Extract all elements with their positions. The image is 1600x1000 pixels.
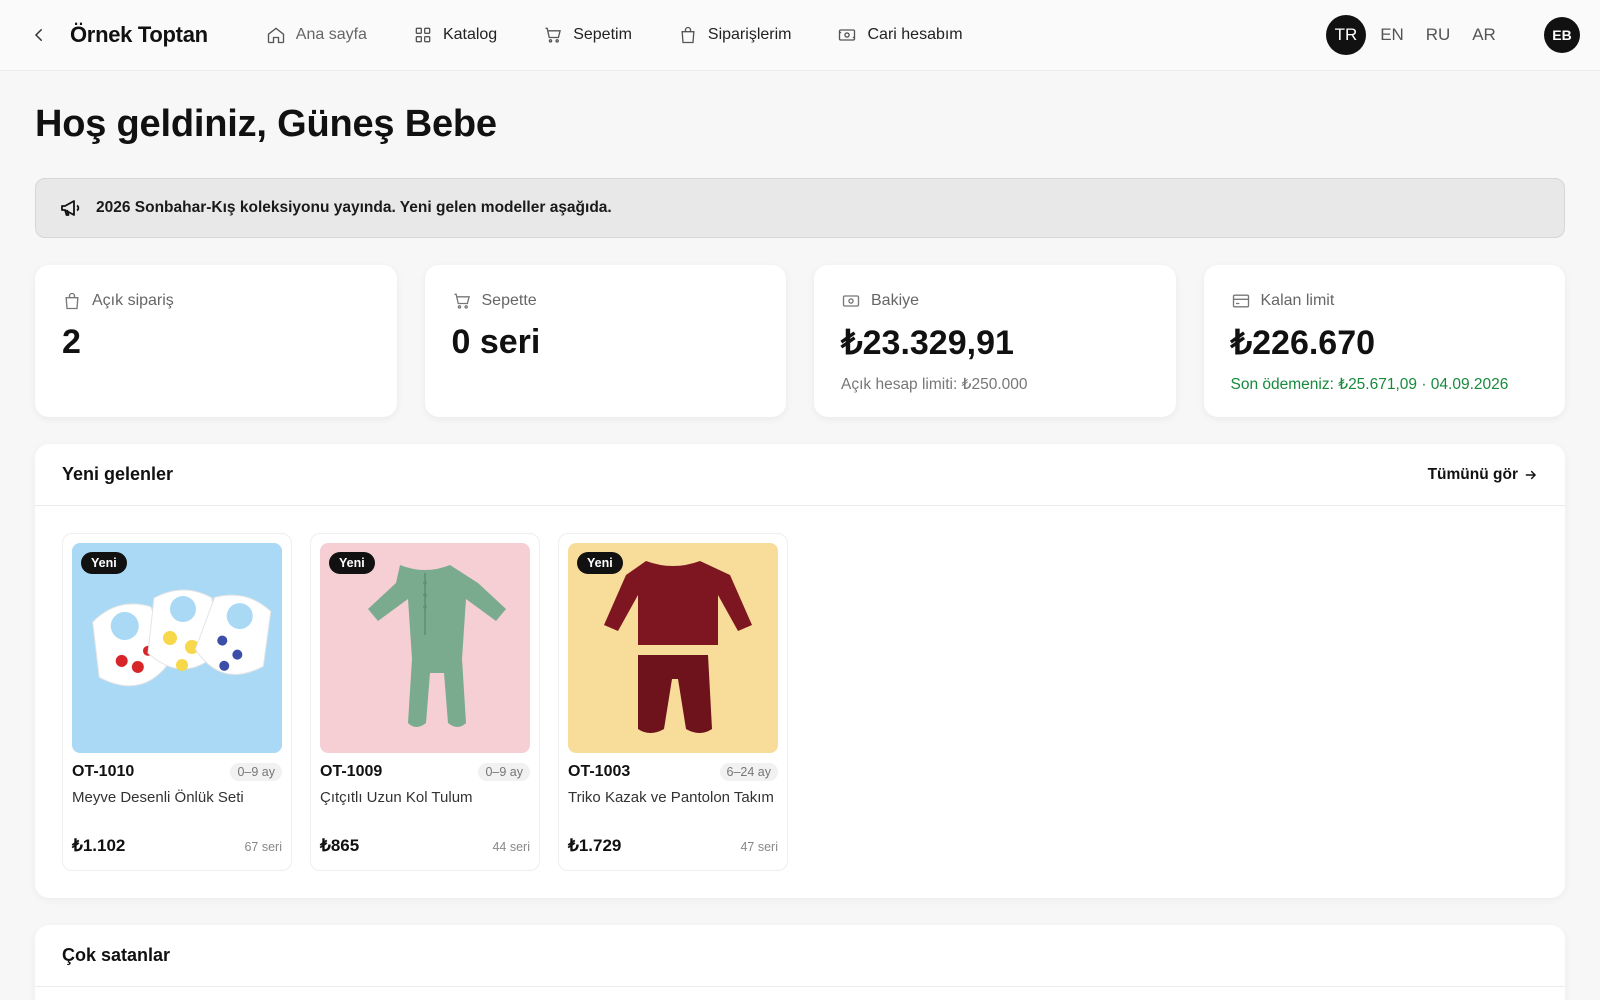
cart-icon	[545, 27, 562, 43]
product-meta: OT-1003 6–24 ay	[568, 763, 778, 781]
nav-catalog-label: Katalog	[442, 26, 498, 43]
knit-set-illustration	[604, 561, 752, 733]
stat-remaining-limit[interactable]: Kalan limit ₺226.670 Son ödemeniz: ₺25.6…	[1203, 265, 1565, 417]
avatar[interactable]: EB	[1544, 17, 1580, 53]
section-header: Yeni gelenler Tümünü gör	[35, 444, 1565, 506]
stat-label-text: Açık sipariş	[92, 292, 174, 309]
product-name: Triko Kazak ve Pantolon Takım	[568, 789, 774, 806]
announcement-banner: 2026 Sonbahar-Kış koleksiyonu yayında. Y…	[35, 178, 1565, 238]
product-meta: OT-1009 0–9 ay	[320, 763, 530, 781]
top-bar: Örnek Toptan Ana sayfa Katalog Sepetim S…	[0, 0, 1600, 71]
product-name: Meyve Desenli Önlük Seti	[72, 789, 244, 806]
product-card[interactable]: Yeni OT-1010 0–9 ay Meyve Desenli Önlük …	[62, 533, 292, 871]
see-all-label: Tümünü gör	[1427, 465, 1518, 483]
age-badge: 6–24 ay	[719, 763, 778, 781]
product-name: Çıtçıtlı Uzun Kol Tulum	[320, 789, 473, 806]
main-content: Hoş geldiniz, Güneş Bebe 2026 Sonbahar-K…	[0, 103, 1600, 1000]
product-image: Yeni	[72, 543, 282, 753]
product-list: Yeni OT-1010 0–9 ay Meyve Desenli Önlük …	[35, 506, 1565, 898]
romper-illustration	[368, 565, 506, 727]
product-card[interactable]: Yeni OT-1003 6–24 ay Triko Kazak ve Pant…	[558, 533, 788, 871]
product-meta: OT-1010 0–9 ay	[72, 763, 282, 781]
age-badge: 0–9 ay	[478, 763, 530, 781]
section-title: Çok satanlar	[62, 945, 171, 965]
product-series: 67 seri	[244, 840, 282, 854]
product-card[interactable]: Yeni OT-1009 0–9 ay Çıtçıtlı Uzun Kol Tu…	[310, 533, 540, 871]
new-badge: Yeni	[329, 552, 375, 574]
stat-balance[interactable]: Bakiye ₺23.329,91 Açık hesap limiti: ₺25…	[814, 265, 1176, 417]
nav-orders-label: Siparişlerim	[707, 26, 792, 43]
stat-in-cart[interactable]: Sepette 0 seri	[424, 265, 786, 417]
age-badge: 0–9 ay	[230, 763, 282, 781]
section-title: Yeni gelenler	[62, 464, 174, 484]
arrow-right-icon	[1525, 470, 1537, 479]
brand-name[interactable]: Örnek Toptan	[70, 22, 208, 48]
lang-ru[interactable]: RU	[1418, 15, 1458, 55]
header-right: TR EN RU AR EB	[1320, 15, 1580, 55]
stat-label-text: Bakiye	[871, 292, 920, 309]
lang-ar[interactable]: AR	[1464, 15, 1504, 55]
bibs-illustration	[92, 589, 272, 687]
stat-value: ₺226.670	[1230, 324, 1376, 362]
see-all-link[interactable]: Tümünü gör	[1428, 466, 1538, 484]
stat-label-open-orders: Açık sipariş	[62, 291, 370, 311]
lang-en[interactable]: EN	[1372, 15, 1412, 55]
stat-label-balance: Bakiye	[841, 291, 1149, 311]
banknote-icon	[842, 295, 860, 307]
product-series: 47 seri	[740, 840, 778, 854]
product-sku: OT-1009	[320, 763, 383, 780]
best-sellers-section: Çok satanlar	[35, 925, 1565, 1000]
product-price-row: ₺865 44 seri	[320, 836, 530, 856]
chevron-left-icon	[34, 29, 42, 41]
nav-orders[interactable]: Siparişlerim	[678, 25, 792, 45]
main-nav: Ana sayfa Katalog Sepetim Siparişlerim C…	[266, 25, 1009, 45]
stat-sub: Açık hesap limiti: ₺250.000	[841, 376, 1028, 393]
product-price: ₺1.102	[72, 836, 126, 855]
product-sku: OT-1010	[72, 763, 135, 780]
new-badge: Yeni	[577, 552, 623, 574]
banknote-icon	[839, 29, 856, 41]
product-price: ₺865	[320, 836, 360, 855]
bag-icon	[65, 292, 79, 310]
stat-sub-last-payment: Son ödemeniz: ₺25.671,09 · 04.09.2026	[1230, 376, 1509, 393]
nav-account[interactable]: Cari hesabım	[837, 25, 963, 45]
stat-label-in-cart: Sepette	[452, 291, 760, 311]
nav-catalog[interactable]: Katalog	[413, 25, 497, 45]
product-sku: OT-1003	[568, 763, 631, 780]
nav-cart[interactable]: Sepetim	[543, 25, 632, 45]
section-header: Çok satanlar	[35, 925, 1565, 987]
product-price-row: ₺1.102 67 seri	[72, 836, 282, 856]
product-image: Yeni	[568, 543, 778, 753]
nav-account-label: Cari hesabım	[867, 26, 963, 43]
cart-icon	[454, 293, 470, 309]
new-arrivals-section: Yeni gelenler Tümünü gör Yeni OT-1010 0–…	[35, 444, 1565, 898]
stat-value: ₺23.329,91	[841, 324, 1014, 362]
product-price: ₺1.729	[568, 836, 622, 855]
nav-home[interactable]: Ana sayfa	[266, 25, 367, 45]
nav-home-label: Ana sayfa	[295, 26, 367, 43]
new-badge: Yeni	[81, 552, 127, 574]
stat-label-text: Sepette	[481, 292, 537, 309]
credit-card-icon	[1232, 294, 1249, 308]
lang-tr[interactable]: TR	[1326, 15, 1366, 55]
home-icon	[267, 27, 284, 44]
stat-value: 0 seri	[451, 323, 541, 361]
stat-open-orders[interactable]: Açık sipariş 2	[35, 265, 397, 417]
stats-row: Açık sipariş 2 Sepette 0 seri Bakiye ₺23…	[35, 265, 1565, 417]
nav-cart-label: Sepetim	[573, 26, 632, 43]
product-series: 44 seri	[492, 840, 530, 854]
page-title: Hoş geldiniz, Güneş Bebe	[35, 103, 497, 145]
stat-value: 2	[62, 323, 81, 361]
announcement-text: 2026 Sonbahar-Kış koleksiyonu yayında. Y…	[96, 199, 612, 216]
stat-label-limit: Kalan limit	[1231, 291, 1539, 311]
stat-label-text: Kalan limit	[1260, 292, 1335, 309]
product-image: Yeni	[320, 543, 530, 753]
back-button[interactable]	[28, 24, 50, 46]
megaphone-icon	[61, 200, 80, 216]
product-price-row: ₺1.729 47 seri	[568, 836, 778, 856]
grid-icon	[415, 27, 431, 43]
bag-icon	[681, 26, 695, 44]
